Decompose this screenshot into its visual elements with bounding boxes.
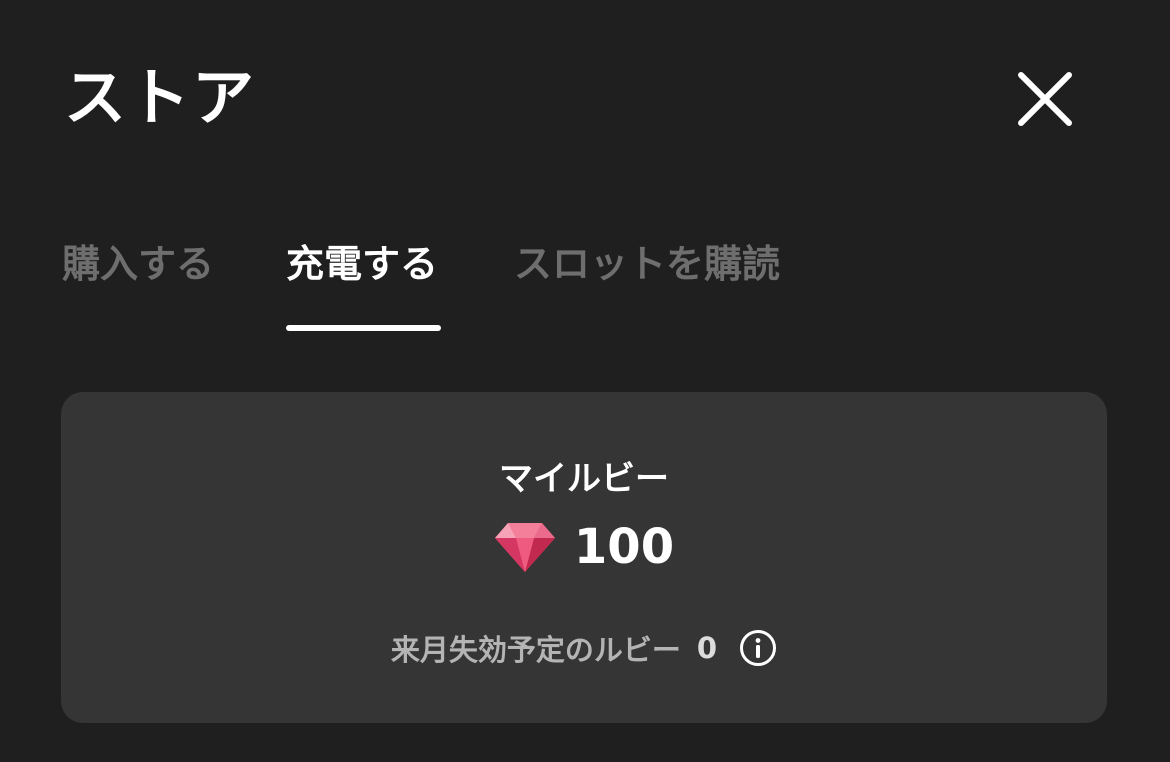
balance-card: マイルビー 100 来月失効予定のルビー 0 <box>61 392 1107 723</box>
my-ruby-label: マイルビー <box>499 459 669 499</box>
page-title: ストア <box>64 61 257 134</box>
close-icon <box>1018 72 1072 126</box>
ruby-icon <box>494 523 555 572</box>
balance-row: 100 <box>61 514 1107 580</box>
tab-charge[interactable]: 充電する <box>286 236 438 296</box>
store-screen: ストア 購入する 充電する スロットを購読 マイルビー 100 来月失効予定のル… <box>0 0 1170 762</box>
expiring-rubies-row: 来月失効予定のルビー 0 <box>61 624 1107 672</box>
tab-purchase[interactable]: 購入する <box>62 236 214 296</box>
ruby-balance: 100 <box>573 519 675 575</box>
close-button[interactable] <box>1010 64 1080 134</box>
tab-slot-subscribe[interactable]: スロットを購読 <box>514 236 780 296</box>
info-icon[interactable] <box>739 629 777 667</box>
expiring-rubies-value: 0 <box>696 631 718 665</box>
active-tab-indicator <box>286 325 441 331</box>
expiring-rubies-label: 来月失効予定のルビー <box>390 633 681 667</box>
